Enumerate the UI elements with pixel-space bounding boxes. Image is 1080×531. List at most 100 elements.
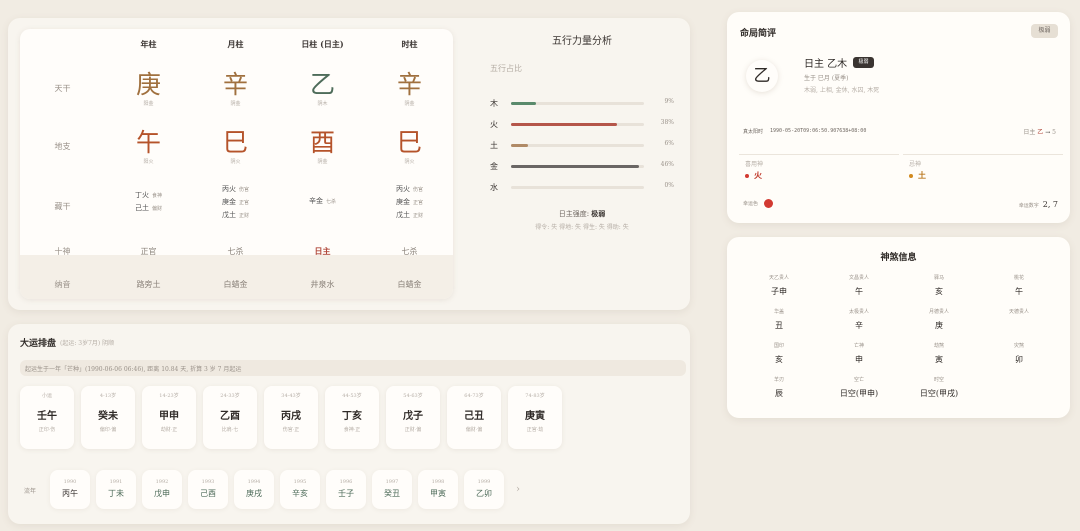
wuxing-row: 水 0% [482,182,682,194]
dayun-card[interactable]: 54-63岁 戊子 正财·偏 [386,386,440,449]
table-band [20,255,453,299]
daymaster-name: 日主 乙木 [804,59,848,70]
shishen-month: 七杀 [227,247,244,256]
shensha-item: 桃花午 [979,274,1059,297]
dayun-note-bar: 起运生于一年「芒种」(1990-06-06 06:46), 距离 10.84 天… [20,360,686,376]
branch-char: 午 [135,128,161,157]
shensha-value: 日空(甲申) [839,389,879,398]
dayun-card[interactable]: 4-13岁 癸未 偏印·偏 [81,386,135,449]
hidden-stem: 丁火 食神 [134,191,162,199]
dayun-age: 34-43岁 [281,393,301,399]
wuxing-bar-track [511,102,644,105]
dayun-card[interactable]: 24-33岁 乙酉 比肩·七 [203,386,257,449]
shensha-key: 天德贵人 [1008,309,1029,315]
dayun-card[interactable]: 44-53岁 丁亥 食神·正 [325,386,379,449]
liunian-ganzhi: 丁未 [108,489,124,498]
liunian-card[interactable]: 1996 壬子 [326,470,366,509]
liunian-year: 1993 [201,479,215,485]
row-label-canggan: 藏干 [54,202,71,211]
shensha-value: 午 [855,287,863,296]
dayun-shishen: 偏财·偏 [465,427,483,433]
shensha-value: 亥 [775,355,783,364]
hidden-hour: 丙火 伤官 庚金 正官 戊土 正财 [366,183,453,233]
liunian-year: 1992 [155,479,169,485]
shensha-item: 文昌贵人午 [819,274,899,297]
dayun-shishen: 伤官·正 [282,427,300,433]
branch-row: 地支 午阳火 巳阴火 酉阴金 巳阴火 [20,128,453,166]
wuxing-percent: 9% [664,98,674,105]
liunian-card[interactable]: 1995 辛亥 [280,470,320,509]
dayun-title: 大运排盘 [20,339,57,349]
dayun-ganzhi: 丁亥 [342,411,362,422]
strength-badge[interactable]: 极弱 [1031,24,1058,38]
dayun-card[interactable]: 34-43岁 丙戌 伤官·正 [264,386,318,449]
dayun-age: 小运 [41,393,52,399]
dayun-card[interactable]: 74-83岁 庚寅 正官·劫 [508,386,562,449]
dayun-ganzhi: 壬午 [37,411,57,422]
liunian-ganzhi: 丙午 [62,489,78,498]
shensha-value: 子申 [771,287,787,296]
dayun-card[interactable]: 小运壬午正印·伤 [20,386,74,449]
liunian-card[interactable]: 1991 丁未 [96,470,136,509]
hidden-stem: 戊土 正财 [395,211,423,219]
hidden-month: 丙火 伤官 庚金 正官 戊土 正财 [192,183,279,233]
branch-char: 酉 [309,128,335,157]
hidden-stem: 戊土 正财 [221,211,249,219]
shensha-item: 华盖丑 [739,308,819,331]
arrow-right-icon: → [1045,129,1051,136]
daymaster-summary: 日主 乙 → 5 [1023,129,1056,136]
liunian-ganzhi: 己酉 [200,489,216,498]
stem-char: 庚 [135,70,161,99]
liunian-year: 1994 [247,479,261,485]
dayun-shishen: 正印·伤 [38,427,56,433]
nayin-month: 白蜡金 [223,280,248,289]
yongshen-label: 喜用神 [745,161,764,168]
shishen-row: 十神 正官 七杀 日主 七杀 [20,246,453,257]
dayun-meta: (起运: 3岁7月) 阴顺 [60,340,115,347]
liunian-year: 1991 [109,479,123,485]
wuxing-percent: 46% [660,161,674,168]
dayun-ganzhi: 戊子 [403,411,423,422]
shensha-item: 空亡日空(甲申) [819,376,899,399]
liunian-card[interactable]: 1990 丙午 [50,470,90,509]
four-pillars-table: 年柱 月柱 日柱 (日主) 时柱 天干 庚阳金 辛阴金 乙阴木 辛阴金 地支 午… [20,29,453,299]
hidden-stem: 己土 偏财 [134,204,162,212]
liunian-ganzhi: 辛亥 [292,489,308,498]
liunian-card[interactable]: 1999 乙卯 [464,470,504,509]
liunian-card[interactable]: 1998 甲寅 [418,470,458,509]
shensha-key: 时空 [933,377,944,383]
daymaster-born: 生于 巳月 (夏季) [804,75,849,82]
liunian-year: 1999 [477,479,491,485]
shensha-key: 空亡 [853,377,864,383]
shensha-value: 日空(甲戌) [919,389,959,398]
liunian-card[interactable]: 1993 己酉 [188,470,228,509]
dayun-card[interactable]: 64-73岁 己丑 偏财·偏 [447,386,501,449]
header-hour: 时柱 [401,39,418,49]
dayun-age: 14-23岁 [159,393,179,399]
dayun-age: 64-73岁 [464,393,484,399]
dayun-ganzhi: 庚寅 [525,411,545,422]
shensha-value: 辰 [775,389,783,398]
shensha-key: 桃花 [1013,275,1024,281]
stem-month: 辛阴金 [192,71,279,108]
stem-char: 乙 [309,70,335,99]
hidden-day: 辛金 七杀 [279,183,366,233]
wuxing-percent: 0% [664,182,674,189]
nayin-hour: 白蜡金 [397,280,422,289]
branch-day: 酉阴金 [279,128,366,166]
liunian-card[interactable]: 1994 庚戌 [234,470,274,509]
wuxing-bar-track [511,144,644,147]
liunian-card[interactable]: 1997 癸丑 [372,470,412,509]
jishen-label: 忌神 [909,161,922,168]
wuxing-bar-fill [511,102,537,105]
dayun-ganzhi: 癸未 [98,411,118,422]
wuxing-row: 木 9% [482,98,682,110]
shensha-key: 亡神 [853,343,864,349]
header-year: 年柱 [140,39,157,49]
dayun-card[interactable]: 14-23岁 甲申 劫财·正 [142,386,196,449]
wuxing-title: 五行力量分析 [552,36,612,47]
shensha-item: 亡神申 [819,342,899,365]
branch-sub: 阴火 [404,159,415,165]
liunian-card[interactable]: 1992 戊申 [142,470,182,509]
chevron-right-icon[interactable]: › [516,484,520,495]
